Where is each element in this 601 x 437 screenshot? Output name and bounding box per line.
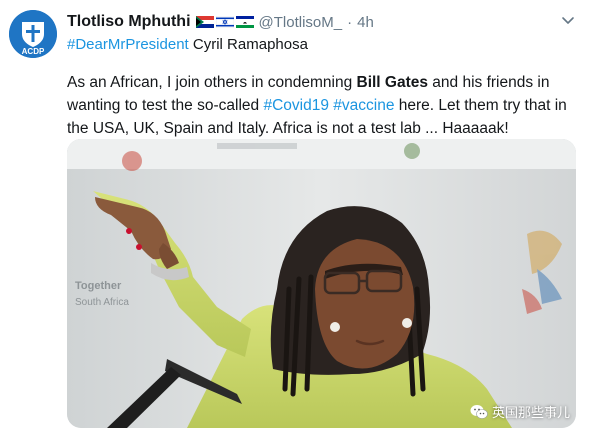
- tweet-text-bold: Bill Gates: [356, 74, 429, 91]
- profile-avatar[interactable]: ACDP: [9, 10, 57, 58]
- watermark-text: 英国那些事儿: [492, 405, 571, 420]
- author-display-name[interactable]: Tlotliso Mphuthi: [67, 13, 191, 31]
- hashtag-vaccine[interactable]: #vaccine: [333, 97, 394, 114]
- author-handle[interactable]: @TlotlisoM_: [259, 14, 343, 31]
- flag-emojis: [195, 16, 256, 28]
- tweet-media-photo[interactable]: Together South Africa: [67, 139, 576, 428]
- separator-dot: ·: [347, 13, 353, 31]
- tweet-text: As an African, I join others in condemni…: [67, 71, 587, 140]
- backdrop-text-1: Together: [75, 280, 122, 292]
- hashtag-covid19[interactable]: #Covid19: [263, 97, 329, 114]
- backdrop-text-2: South Africa: [75, 297, 129, 308]
- tweet-timestamp[interactable]: 4h: [357, 14, 374, 31]
- tweet-text-part1: As an African, I join others in condemni…: [67, 74, 357, 91]
- israel-flag-icon: [215, 16, 234, 28]
- photo-woman-pointing: Together South Africa: [67, 139, 576, 428]
- chevron-down-icon[interactable]: [560, 12, 576, 28]
- lesotho-flag-icon: [235, 16, 254, 28]
- tweet-header: Tlotliso Mphuthi @TlotlisoM_ · 4h: [67, 12, 374, 32]
- south-africa-flag-icon: [195, 16, 214, 28]
- mention-cyril-ramaphosa[interactable]: Cyril Ramaphosa: [193, 36, 308, 53]
- reply-line: #DearMrPresident Cyril Ramaphosa: [67, 36, 308, 53]
- wechat-icon: [470, 404, 488, 420]
- avatar-label: ACDP: [22, 47, 45, 56]
- hashtag-dearmrpresident[interactable]: #DearMrPresident: [67, 36, 189, 53]
- tweet: ACDP Tlotliso Mphuthi @TlotlisoM_ · 4h #…: [0, 0, 601, 437]
- watermark: 英国那些事儿: [470, 402, 570, 421]
- acdp-logo-icon: ACDP: [9, 10, 57, 58]
